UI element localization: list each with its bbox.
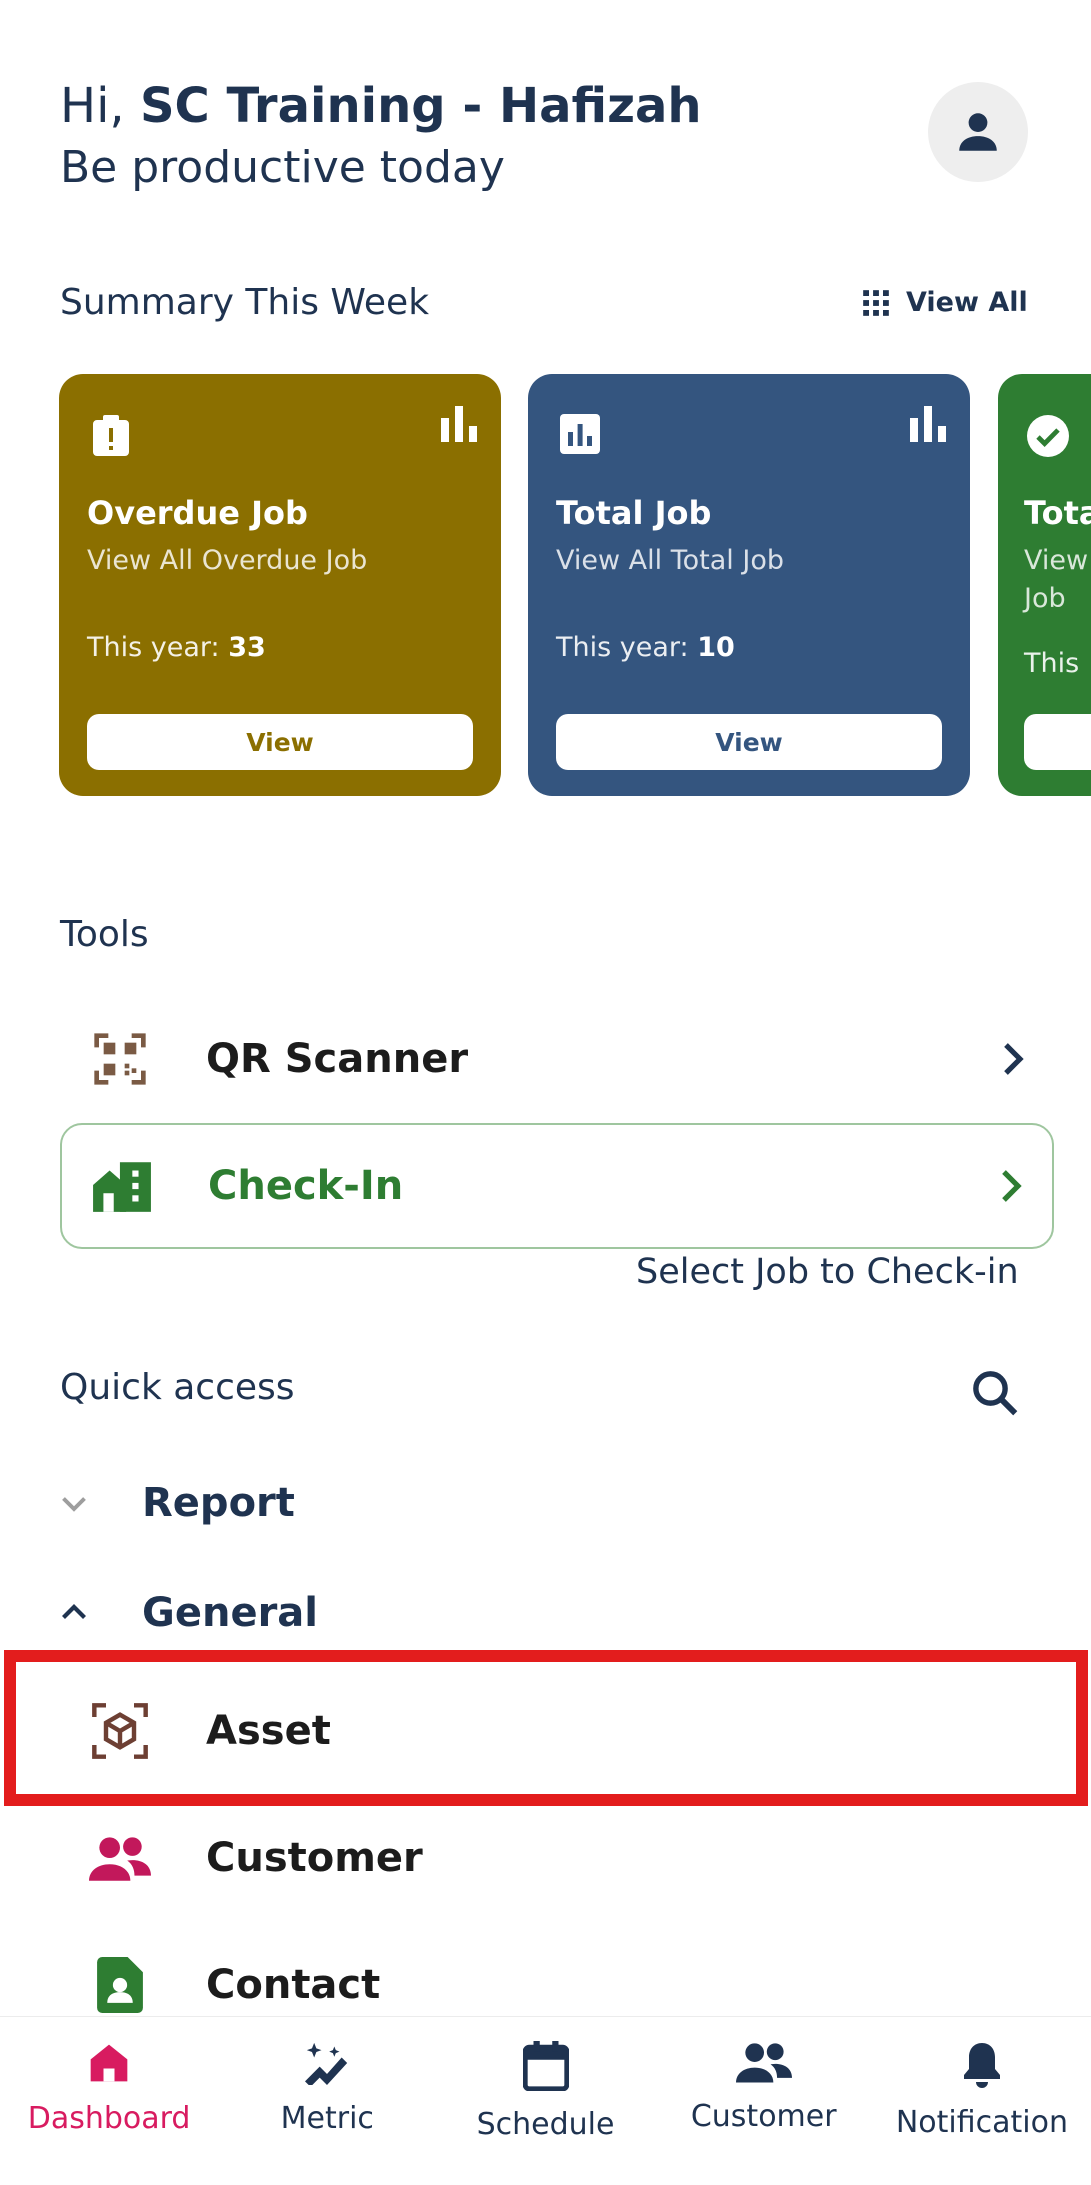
check-in-button[interactable]: Check-In bbox=[60, 1123, 1054, 1249]
chart-box-icon bbox=[560, 414, 600, 458]
group-general[interactable]: General bbox=[56, 1590, 318, 1636]
check-in-hint: Select Job to Check-in bbox=[636, 1252, 1019, 1292]
customer-item[interactable]: Customer bbox=[60, 1803, 1054, 1913]
check-in-label: Check-In bbox=[208, 1163, 404, 1209]
qr-scanner-label: QR Scanner bbox=[206, 1036, 469, 1082]
sparkle-chart-icon bbox=[305, 2042, 348, 2085]
contact-label: Contact bbox=[206, 1962, 381, 2008]
greeting-subtitle: Be productive today bbox=[60, 142, 505, 193]
home-icon bbox=[90, 2044, 128, 2082]
bar-chart-icon bbox=[908, 404, 948, 448]
qr-code-icon bbox=[60, 1031, 190, 1087]
nav-label: Metric bbox=[280, 2101, 374, 2136]
nav-label: Dashboard bbox=[27, 2101, 191, 2136]
search-icon[interactable] bbox=[968, 1366, 1022, 1424]
user-name: SC Training - Hafizah bbox=[139, 78, 702, 134]
clipboard-alert-icon bbox=[91, 414, 131, 462]
view-overdue-button[interactable]: View bbox=[87, 714, 473, 770]
chevron-right-icon bbox=[974, 1041, 1054, 1077]
nav-label: Customer bbox=[690, 2099, 837, 2134]
greeting: Hi, SC Training - Hafizah bbox=[60, 75, 702, 137]
nav-customer[interactable]: Customer bbox=[655, 2017, 873, 2185]
view-all-button[interactable]: View All bbox=[862, 287, 1028, 318]
chevron-up-icon bbox=[62, 1604, 86, 1619]
nav-dashboard[interactable]: Dashboard bbox=[0, 2017, 218, 2185]
card-year-value: 10 bbox=[697, 632, 735, 663]
grid-icon bbox=[863, 289, 889, 316]
card-title: Tota bbox=[1024, 494, 1091, 532]
greeting-prefix: Hi, bbox=[60, 78, 125, 134]
nav-label: Notification bbox=[895, 2105, 1068, 2140]
group-label: General bbox=[142, 1590, 318, 1636]
bottom-navigation: Dashboard Metric Schedule Customer Notif… bbox=[0, 2016, 1091, 2185]
total-job-card[interactable]: Total Job View All Total Job This year: … bbox=[528, 374, 970, 796]
card-title: Overdue Job bbox=[87, 494, 308, 532]
selection-highlight bbox=[4, 1650, 1088, 1806]
card-year-count: This bbox=[1024, 648, 1080, 679]
card-title: Total Job bbox=[556, 494, 712, 532]
quick-access-title: Quick access bbox=[60, 1367, 295, 1408]
person-icon bbox=[959, 113, 997, 151]
card-description: View All Total Job bbox=[556, 545, 784, 576]
check-circle-icon bbox=[1026, 414, 1070, 462]
bar-chart-icon bbox=[439, 404, 479, 448]
users-icon bbox=[735, 2043, 792, 2083]
card-year-count: This year: 33 bbox=[87, 632, 266, 663]
completed-job-card[interactable]: Tota View Job This bbox=[998, 374, 1091, 796]
nav-label: Schedule bbox=[476, 2107, 615, 2142]
qr-scanner-row[interactable]: QR Scanner bbox=[60, 1000, 1054, 1118]
chevron-right-icon bbox=[972, 1168, 1052, 1204]
nav-metric[interactable]: Metric bbox=[218, 2017, 436, 2185]
group-report[interactable]: Report bbox=[56, 1480, 295, 1526]
contact-card-icon bbox=[60, 1957, 190, 2013]
card-year-value: 33 bbox=[228, 632, 266, 663]
profile-avatar-button[interactable] bbox=[928, 82, 1028, 182]
view-all-label: View All bbox=[906, 287, 1028, 318]
tools-title: Tools bbox=[60, 914, 149, 955]
summary-title: Summary This Week bbox=[60, 282, 430, 323]
nav-schedule[interactable]: Schedule bbox=[436, 2017, 654, 2185]
bell-icon bbox=[963, 2043, 1000, 2088]
building-icon bbox=[62, 1160, 192, 1212]
view-total-button[interactable]: View bbox=[556, 714, 942, 770]
greeting-block: Hi, SC Training - Hafizah Be productive … bbox=[60, 75, 702, 199]
users-icon bbox=[60, 1835, 190, 1881]
group-label: Report bbox=[142, 1480, 295, 1526]
summary-cards: Overdue Job View All Overdue Job This ye… bbox=[0, 374, 1091, 800]
card-year-count: This year: 10 bbox=[556, 632, 735, 663]
view-completed-button[interactable] bbox=[1024, 714, 1091, 770]
customer-label: Customer bbox=[206, 1835, 423, 1881]
chevron-down-icon bbox=[62, 1497, 86, 1512]
nav-notification[interactable]: Notification bbox=[873, 2017, 1091, 2185]
card-description: View All Overdue Job bbox=[87, 545, 368, 576]
calendar-icon bbox=[522, 2041, 569, 2091]
card-description: View Job bbox=[1024, 545, 1089, 614]
overdue-job-card[interactable]: Overdue Job View All Overdue Job This ye… bbox=[59, 374, 501, 796]
